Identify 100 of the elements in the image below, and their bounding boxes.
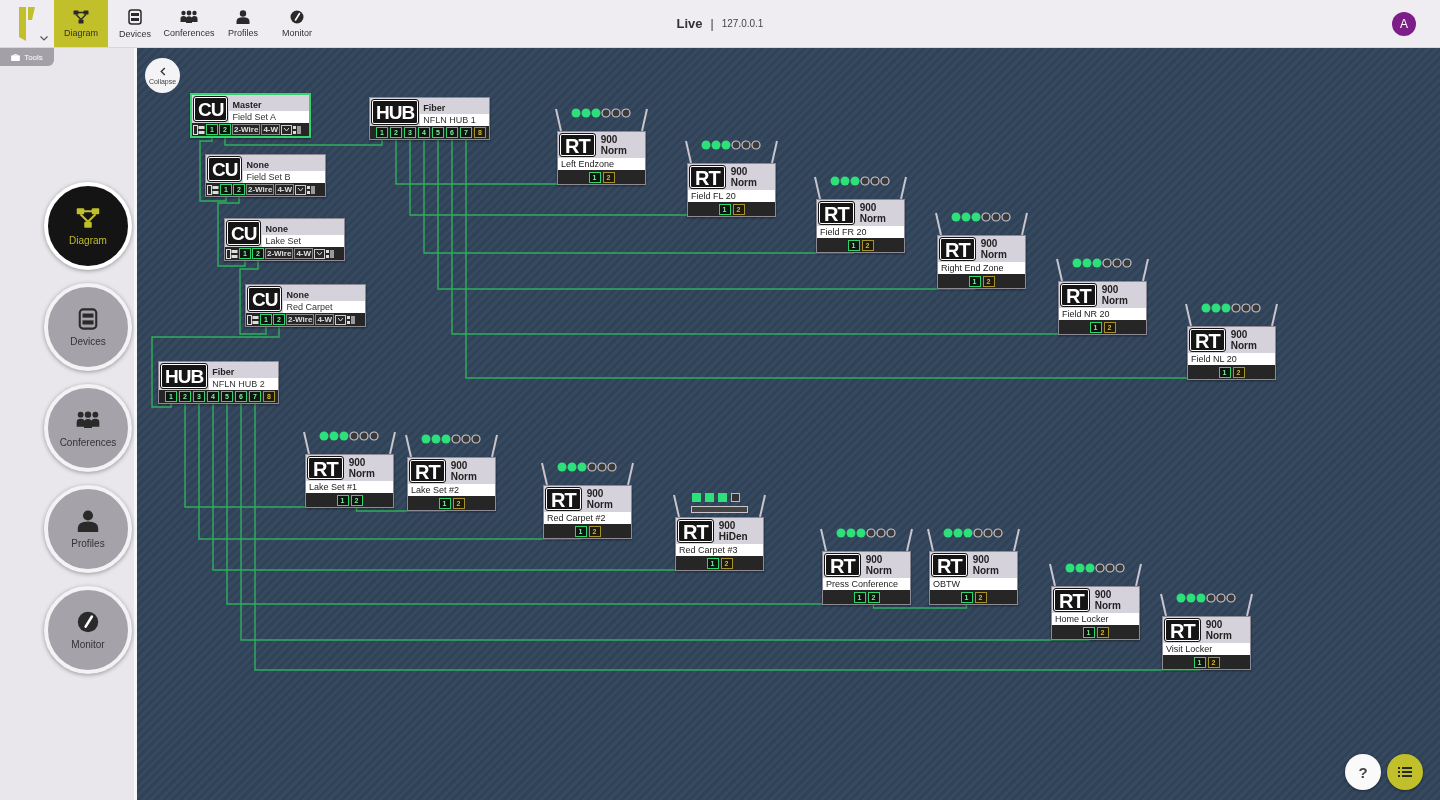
mode-label: Norm: [348, 468, 375, 479]
antenna-icon: [934, 210, 1029, 235]
device-name: Visit Locker: [1163, 643, 1250, 655]
mode-label: HiDen: [718, 531, 748, 542]
mode-label: Norm: [730, 177, 757, 188]
mode-label: Norm: [1205, 630, 1232, 641]
nav-tab[interactable]: Profiles: [216, 0, 270, 47]
wire-mode-label[interactable]: 4-W: [275, 184, 295, 195]
band-label: 900: [1230, 329, 1249, 340]
device-role: Fiber: [422, 102, 447, 114]
device-name: NFLN HUB 2: [209, 378, 278, 390]
mode-label: Norm: [972, 565, 999, 576]
person-icon: [236, 9, 250, 24]
device-name: Home Locker: [1052, 613, 1139, 625]
device-badge: RT: [932, 554, 967, 576]
device-badge: HUB: [161, 364, 208, 388]
band-label: 900: [1205, 619, 1224, 630]
mode-label: Norm: [865, 565, 892, 576]
wire-mode-label[interactable]: 2-Wire: [246, 184, 275, 195]
sidebar-button[interactable]: Profiles: [44, 485, 132, 573]
help-button[interactable]: ?: [1345, 754, 1381, 790]
gauge-icon: [290, 9, 304, 24]
nav-tab[interactable]: Monitor: [270, 0, 324, 47]
chevron-left-icon: [159, 66, 166, 76]
device-badge: CU: [208, 157, 242, 181]
device-name: Field Set A: [229, 111, 309, 123]
mode-label: Live: [676, 16, 703, 31]
device-badge: RT: [1165, 619, 1200, 641]
mode-label: Norm: [980, 249, 1007, 260]
nav-tab[interactable]: Diagram: [54, 0, 108, 47]
sidebar-button[interactable]: Devices: [44, 283, 132, 371]
wire-mode-label[interactable]: 4-W: [315, 314, 335, 325]
device-role: None: [245, 159, 270, 171]
device-badge: RT: [1061, 284, 1096, 306]
antenna-icon: [684, 138, 779, 163]
band-label: 900: [586, 488, 605, 499]
device-badge: RT: [410, 460, 445, 482]
audio-controls-icon: [295, 184, 316, 195]
device-name: OBTW: [930, 578, 1017, 590]
user-avatar[interactable]: A: [1392, 11, 1416, 36]
band-label: 900: [1101, 284, 1120, 295]
caret-down-icon: [40, 36, 48, 41]
device-name: Red Carpet: [283, 301, 365, 313]
devices-icon: [76, 307, 100, 330]
wire-mode-label[interactable]: 2-Wire: [286, 314, 315, 325]
mode-label: Norm: [1230, 340, 1257, 351]
antenna-icon: [1048, 561, 1143, 586]
devices-icon: [128, 8, 142, 25]
antenna-icon: [404, 432, 499, 457]
device-name: Field Set B: [243, 171, 325, 183]
device-badge: RT: [690, 166, 725, 188]
antenna-icon: [672, 492, 767, 517]
device-badge: RT: [825, 554, 860, 576]
nav-tab[interactable]: Devices: [108, 0, 162, 47]
switch-icon: [193, 124, 205, 135]
mode-label: Norm: [1101, 295, 1128, 306]
band-label: 900: [600, 134, 619, 145]
list-icon: [1398, 767, 1412, 777]
device-badge: RT: [1190, 329, 1225, 351]
device-name: Red Carpet #2: [544, 512, 631, 524]
diagram-icon: [73, 9, 89, 24]
nav-tab[interactable]: Conferences: [162, 0, 216, 47]
person-icon: [76, 509, 100, 532]
device-badge: RT: [819, 202, 854, 224]
band-label: 900: [450, 460, 469, 471]
device-badge: HUB: [372, 100, 419, 124]
list-button[interactable]: [1387, 754, 1423, 790]
antenna-icon: [819, 526, 914, 551]
device-name: Lake Set #1: [306, 481, 393, 493]
device-role: None: [285, 289, 310, 301]
wire-mode-label[interactable]: 4-W: [294, 248, 314, 259]
device-name: Left Endzone: [558, 158, 645, 170]
sidebar-button[interactable]: Monitor: [44, 586, 132, 674]
band-label: 900: [718, 520, 737, 531]
wire-mode-label[interactable]: 4-W: [261, 124, 281, 135]
band-label: 900: [972, 554, 991, 565]
mode-label: Norm: [450, 471, 477, 482]
switch-icon: [226, 248, 238, 259]
band-label: 900: [348, 457, 367, 468]
wire-mode-label[interactable]: 2-Wire: [232, 124, 261, 135]
device-role: Fiber: [211, 366, 236, 378]
antenna-icon: [1159, 591, 1254, 616]
band-label: 900: [980, 238, 999, 249]
logo: [19, 6, 35, 41]
device-badge: CU: [194, 97, 228, 121]
mode-label: Norm: [586, 499, 613, 510]
wire-mode-label[interactable]: 2-Wire: [265, 248, 294, 259]
antenna-icon: [926, 526, 1021, 551]
device-name: Press Conference: [823, 578, 910, 590]
antenna-icon: [813, 174, 908, 199]
device-role: None: [264, 223, 289, 235]
band-label: 900: [859, 202, 878, 213]
antenna-icon: [554, 106, 649, 131]
sidebar-button[interactable]: Diagram: [44, 182, 132, 270]
device-badge: CU: [248, 287, 282, 311]
device-name: Red Carpet #3: [676, 544, 763, 556]
antenna-icon: [302, 429, 397, 454]
sidebar-button[interactable]: Conferences: [44, 384, 132, 472]
switch-icon: [247, 314, 259, 325]
server-address: 127.0.0.1: [721, 18, 764, 29]
